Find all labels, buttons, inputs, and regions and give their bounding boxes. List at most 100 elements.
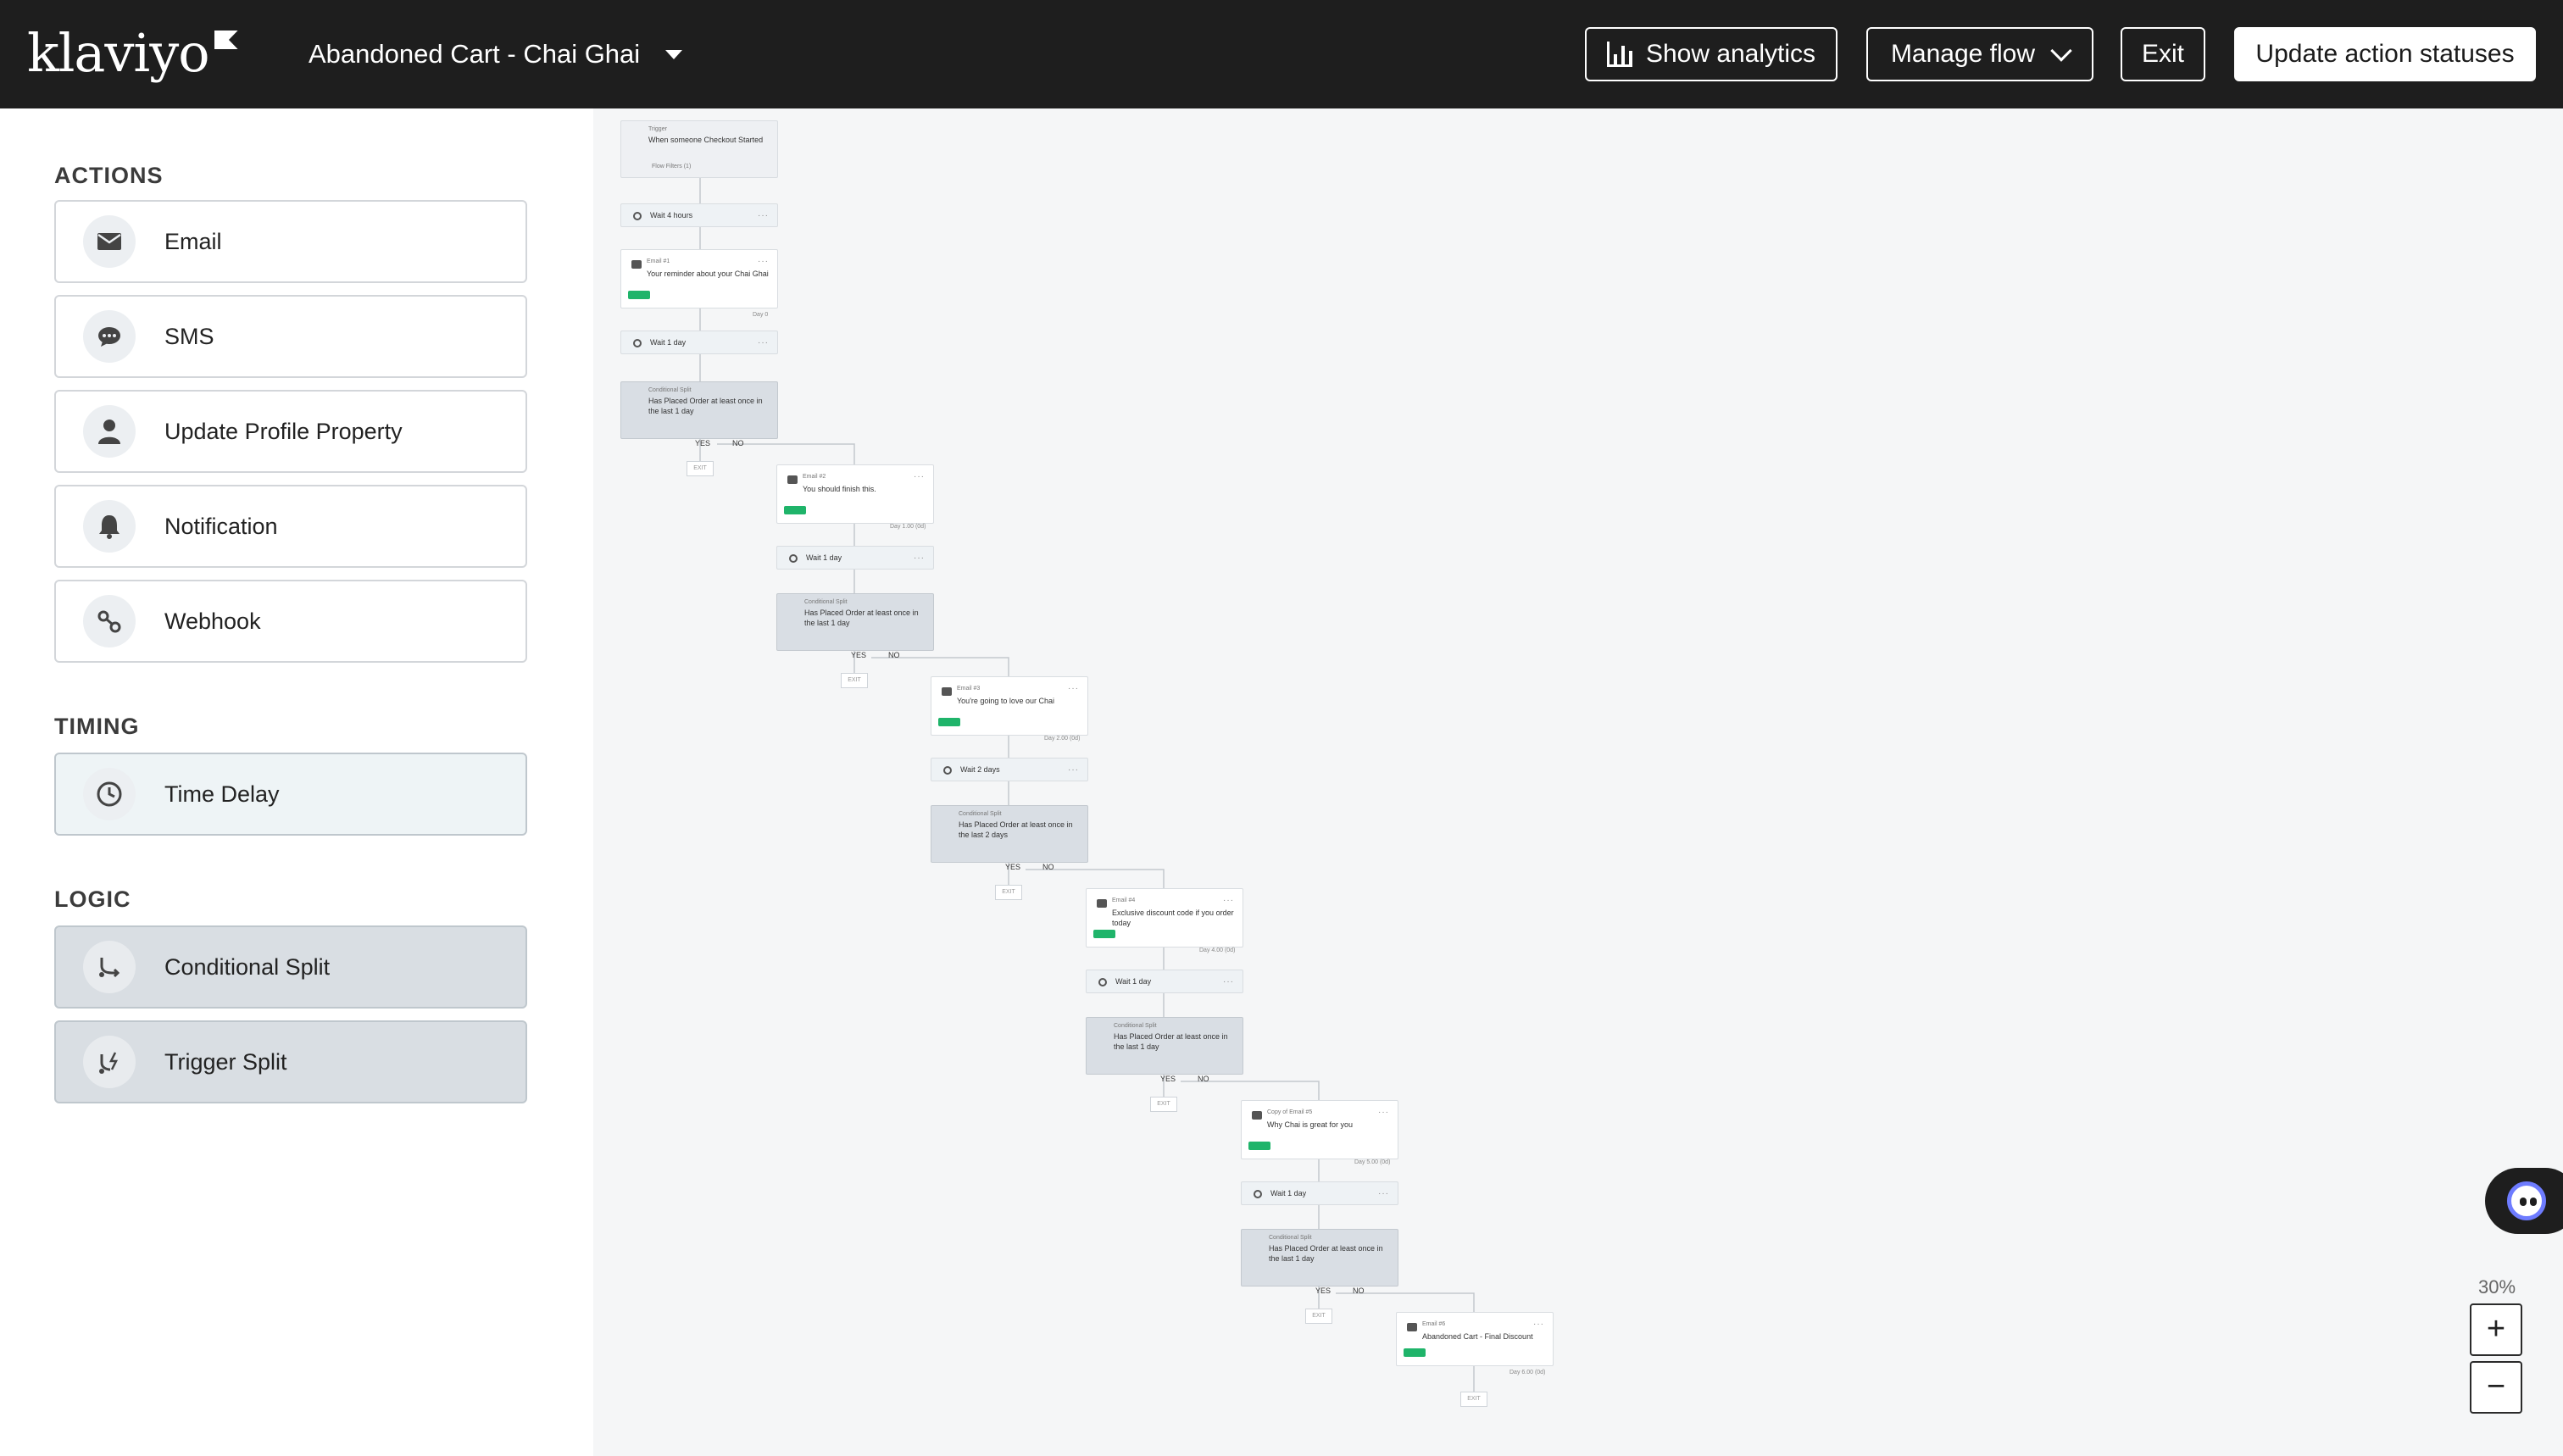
email-day-label: Day 6.00 (0d) [1509,1370,1546,1375]
clock-icon [1098,978,1107,986]
email-node[interactable]: Email #3 You're going to love our Chai ·… [931,676,1088,736]
email-node-tag: Email #3 [957,686,981,692]
clock-icon [633,339,642,347]
wait-node[interactable]: Wait 1 day ··· [1241,1181,1398,1205]
wait-node[interactable]: Wait 1 day ··· [776,546,934,570]
more-options-icon[interactable]: ··· [914,472,925,481]
conditional-split-node[interactable]: Conditional Split Has Placed Order at le… [1241,1229,1398,1287]
action-notification[interactable]: Notification [54,485,527,568]
more-options-icon[interactable]: ··· [758,338,769,347]
flow-title: Abandoned Cart - Chai Ghai [309,39,641,69]
conditional-split-node[interactable]: Conditional Split Has Placed Order at le… [776,593,934,651]
wait-node-text: Wait 1 day [1115,977,1152,986]
more-options-icon[interactable]: ··· [1378,1108,1389,1117]
split-node-tag: Conditional Split [959,811,1002,817]
email-day-label: Day 4.00 (0d) [1199,948,1236,953]
email-node-text: Why Chai is great for you [1267,1120,1354,1129]
bar-chart-icon [1606,42,1632,67]
clock-icon [83,768,136,820]
envelope-icon [83,215,136,268]
flow-trigger-node[interactable]: Trigger When someone Checkout Started Fl… [620,120,778,178]
email-node[interactable]: Email #1 Your reminder about your Chai G… [620,249,778,308]
email-node[interactable]: Email #6 Abandoned Cart - Final Discount… [1396,1312,1554,1366]
top-bar: klaviyo Abandoned Cart - Chai Ghai Show … [0,0,2563,108]
split-node-tag: Conditional Split [1114,1023,1157,1029]
clock-icon [633,212,642,220]
manage-flow-label: Manage flow [1890,40,2036,68]
wait-node[interactable]: Wait 1 day ··· [620,331,778,354]
envelope-icon [631,260,642,269]
logic-conditional-split[interactable]: Conditional Split [54,925,527,1009]
sidebar: ACTIONS Email SMS Update Profile Propert… [0,108,593,1456]
wait-node[interactable]: Wait 2 days ··· [931,758,1088,781]
conditional-split-node[interactable]: Conditional Split Has Placed Order at le… [620,381,778,439]
zoom-level: 30% [2478,1276,2516,1298]
split-icon [83,941,136,993]
email-node-tag: Copy of Email #5 [1267,1109,1313,1115]
action-email[interactable]: Email [54,200,527,283]
email-node[interactable]: Copy of Email #5 Why Chai is great for y… [1241,1100,1398,1159]
trigger-tag: Trigger [648,126,667,132]
bell-icon [83,500,136,553]
manage-flow-button[interactable]: Manage flow [1866,27,2093,81]
timing-time-delay[interactable]: Time Delay [54,753,527,836]
more-options-icon[interactable]: ··· [1533,1320,1544,1329]
email-node[interactable]: Email #2 You should finish this. ··· [776,464,934,524]
update-action-statuses-button[interactable]: Update action statuses [2234,27,2536,81]
more-options-icon[interactable]: ··· [1068,765,1079,775]
wait-node[interactable]: Wait 4 hours ··· [620,203,778,227]
assistant-chat-button[interactable] [2485,1168,2563,1234]
more-options-icon[interactable]: ··· [758,257,769,266]
wait-node-text: Wait 4 hours [650,211,693,220]
logic-section-title: LOGIC [54,886,131,912]
klaviyo-logo[interactable]: klaviyo [27,24,238,83]
split-node-tag: Conditional Split [648,387,692,393]
conditional-split-node[interactable]: Conditional Split Has Placed Order at le… [1086,1017,1243,1075]
wait-node-text: Wait 2 days [960,765,1000,774]
wait-node[interactable]: Wait 1 day ··· [1086,970,1243,993]
yes-label: YES [1315,1287,1332,1295]
email-node-tag: Email #2 [803,474,826,480]
email-node[interactable]: Email #4 Exclusive discount code if you … [1086,888,1243,948]
envelope-icon [942,687,952,696]
exit-button[interactable]: Exit [2121,27,2205,81]
clock-icon [789,554,798,563]
more-options-icon[interactable]: ··· [758,211,769,220]
flow-canvas[interactable]: Trigger When someone Checkout Started Fl… [593,108,2563,1456]
conditional-split-node[interactable]: Conditional Split Has Placed Order at le… [931,805,1088,863]
zoom-in-button[interactable]: + [2470,1303,2522,1356]
email-node-tag: Email #4 [1112,897,1136,903]
action-email-label: Email [164,228,222,254]
action-webhook[interactable]: Webhook [54,580,527,663]
show-analytics-button[interactable]: Show analytics [1585,27,1837,81]
flow-title-dropdown[interactable]: Abandoned Cart - Chai Ghai [309,34,683,75]
more-options-icon[interactable]: ··· [1378,1189,1389,1198]
person-icon [83,405,136,458]
exit-node: EXIT [1460,1392,1487,1407]
more-options-icon[interactable]: ··· [914,553,925,563]
no-label: NO [1353,1287,1365,1295]
email-day-label: Day 0 [753,312,769,318]
more-options-icon[interactable]: ··· [1223,896,1234,905]
split-node-tag: Conditional Split [804,599,848,605]
trigger-filters: Flow Filters (1) [652,164,692,169]
conditional-split-label: Conditional Split [164,953,331,980]
yes-label: YES [1005,863,1021,871]
live-badge [1093,930,1115,938]
live-badge [1404,1348,1426,1357]
wait-node-text: Wait 1 day [1270,1189,1307,1198]
action-sms[interactable]: SMS [54,295,527,378]
more-options-icon[interactable]: ··· [1223,977,1234,986]
envelope-icon [1097,899,1107,908]
email-day-label: Day 5.00 (0d) [1354,1159,1391,1165]
email-node-text: You're going to love our Chai [957,697,1054,705]
logic-trigger-split[interactable]: Trigger Split [54,1020,527,1103]
wait-node-text: Wait 1 day [650,338,687,347]
exit-node: EXIT [1150,1097,1177,1112]
email-node-text: You should finish this. [803,485,876,493]
action-update-profile-property[interactable]: Update Profile Property [54,390,527,473]
zoom-out-button[interactable]: − [2470,1361,2522,1414]
email-node-tag: Email #1 [647,258,670,264]
more-options-icon[interactable]: ··· [1068,684,1079,693]
live-badge [784,506,806,514]
